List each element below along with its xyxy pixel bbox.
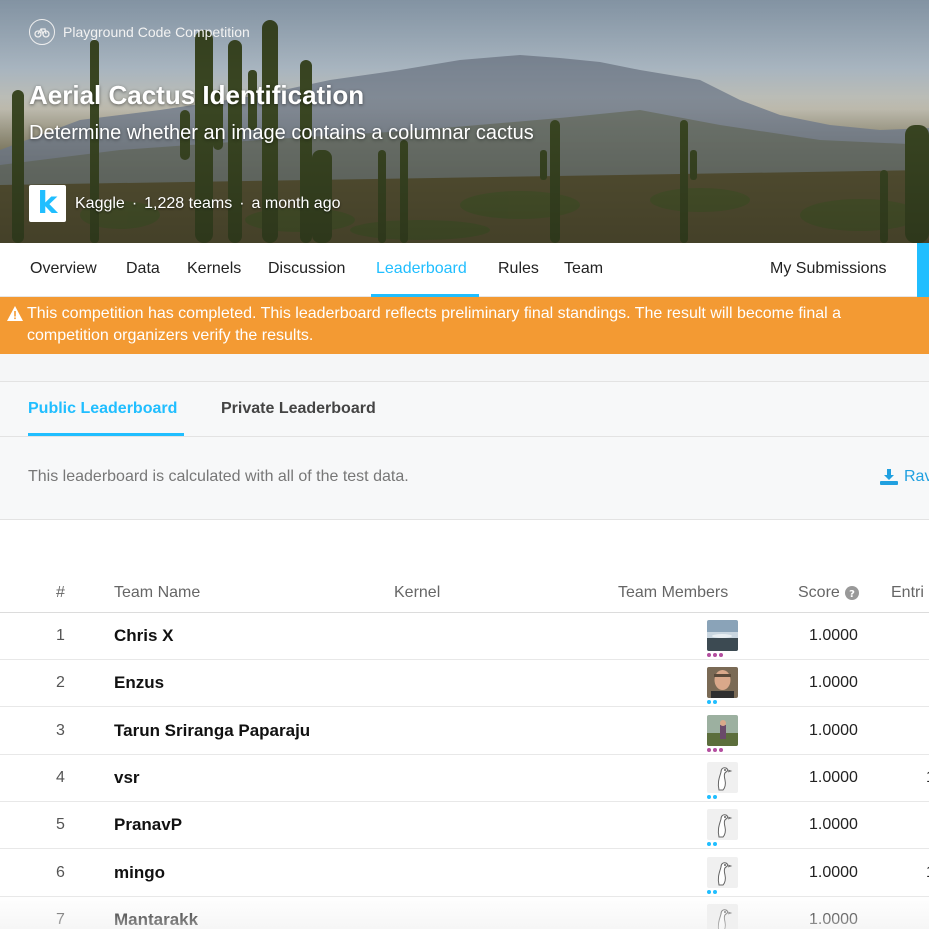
tab-data[interactable]: Data: [126, 243, 160, 297]
raw-data-link[interactable]: Rav: [880, 468, 929, 486]
table-row[interactable]: 6mingo1.00001: [0, 850, 929, 897]
column-header-score: Score ?: [798, 584, 859, 602]
tab-kernels[interactable]: Kernels: [187, 243, 241, 297]
team-name[interactable]: Mantarakk: [114, 910, 198, 929]
team-name[interactable]: Tarun Sriranga Paparaju: [114, 721, 310, 741]
host-info: k Kaggle · 1,228 teams · a month ago: [29, 185, 341, 222]
avatar[interactable]: [707, 856, 738, 888]
avatar[interactable]: [707, 761, 738, 793]
rank: 3: [56, 721, 65, 739]
tab-public-leaderboard[interactable]: Public Leaderboard: [28, 400, 177, 418]
bicycle-icon: [29, 19, 55, 45]
rank: 7: [56, 910, 65, 928]
divider: [0, 436, 929, 437]
team-name[interactable]: PranavP: [114, 815, 182, 835]
banner-line-1: This competition has completed. This lea…: [27, 305, 842, 322]
submit-button-edge[interactable]: [917, 243, 929, 297]
rank: 6: [56, 863, 65, 881]
team-name[interactable]: Chris X: [114, 626, 174, 646]
column-header-rank: #: [56, 584, 65, 601]
avatar[interactable]: [707, 903, 738, 929]
tier-indicator: [707, 889, 717, 894]
rank: 2: [56, 674, 65, 692]
time-ago: a month ago: [251, 194, 341, 212]
host-name[interactable]: Kaggle: [75, 195, 125, 213]
column-header-kernel: Kernel: [394, 584, 441, 601]
tier-indicator: [707, 794, 717, 799]
column-header-entries: Entri: [891, 584, 924, 601]
score-label: Score: [798, 584, 840, 601]
competition-subtitle: Determine whether an image contains a co…: [29, 122, 534, 144]
tab-discussion[interactable]: Discussion: [268, 243, 345, 297]
tab-overview[interactable]: Overview: [30, 243, 97, 297]
tab-team[interactable]: Team: [564, 243, 603, 297]
competition-nav: Overview Data Kernels Discussion Leaderb…: [0, 243, 929, 297]
team-name[interactable]: vsr: [114, 768, 140, 788]
download-icon: [880, 469, 898, 485]
rank: 4: [56, 768, 65, 786]
score: 1.0000: [809, 721, 858, 739]
team-name[interactable]: Enzus: [114, 673, 164, 693]
tier-indicator: [707, 700, 717, 705]
tier-indicator: [707, 842, 717, 847]
separator-dot: ·: [131, 194, 138, 212]
separator-dot: ·: [239, 194, 245, 212]
leaderboard-note: This leaderboard is calculated with all …: [28, 468, 409, 485]
competition-type: Playground Code Competition: [29, 19, 250, 45]
tier-indicator: [707, 747, 723, 752]
table-row[interactable]: 2 Enzus 1.0000: [0, 660, 929, 708]
avatar[interactable]: [707, 667, 738, 699]
table-row[interactable]: 1 Chris X 1.0000: [0, 613, 929, 660]
rank: 5: [56, 816, 65, 834]
my-submissions-link[interactable]: My Submissions: [770, 243, 886, 297]
tab-private-leaderboard[interactable]: Private Leaderboard: [221, 400, 376, 418]
avatar[interactable]: [707, 620, 738, 651]
completion-banner: This competition has completed. This lea…: [0, 297, 929, 354]
score: 1.0000: [809, 627, 858, 644]
column-header-team-members: Team Members: [618, 584, 729, 601]
help-icon[interactable]: ?: [844, 586, 859, 600]
table-row[interactable]: 3 Tarun Sriranga Paparaju 1.0000: [0, 708, 929, 755]
table-row[interactable]: 5 PranavP 1.0000: [0, 802, 929, 850]
score: 1.0000: [809, 674, 858, 692]
competition-title: Aerial Cactus Identification: [29, 80, 365, 110]
section-spacer: [0, 354, 929, 381]
tab-leaderboard[interactable]: Leaderboard: [376, 243, 467, 297]
score: 1.0000: [809, 910, 858, 928]
svg-text:?: ?: [849, 589, 855, 600]
banner-line-2: competition organizers verify the result…: [27, 327, 314, 344]
score: 1.0000: [809, 863, 858, 881]
raw-data-label: Rav: [904, 468, 929, 485]
leaderboard-header: Public Leaderboard Private Leaderboard T…: [0, 381, 929, 520]
avatar[interactable]: [707, 714, 738, 746]
team-count: 1,228 teams: [144, 194, 233, 212]
avatar[interactable]: [707, 809, 738, 841]
score: 1.0000: [809, 816, 858, 834]
table-row[interactable]: 4vsr1.00001: [0, 755, 929, 802]
score: 1.0000: [809, 768, 858, 786]
warning-icon: [7, 306, 23, 321]
tier-indicator: [707, 653, 723, 657]
kaggle-logo[interactable]: k: [29, 185, 66, 222]
tab-rules[interactable]: Rules: [498, 243, 539, 297]
rank: 1: [56, 627, 65, 644]
table-row[interactable]: 7 Mantarakk 1.0000: [0, 897, 929, 929]
team-name[interactable]: mingo: [114, 863, 165, 883]
competition-type-label: Playground Code Competition: [63, 24, 250, 40]
column-header-team-name: Team Name: [114, 584, 201, 601]
competition-header: Playground Code Competition Aerial Cactu…: [0, 0, 929, 243]
